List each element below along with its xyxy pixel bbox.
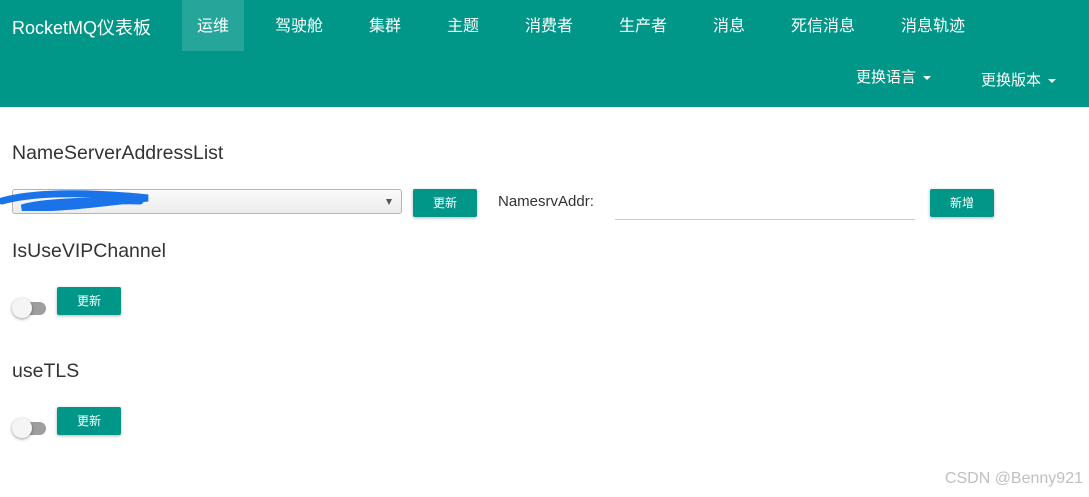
nav-item-cluster[interactable]: 集群 [354, 0, 416, 51]
version-dropdown[interactable]: 更换版本 [981, 65, 1057, 101]
nav-item-dlq-message[interactable]: 死信消息 [778, 0, 868, 51]
version-dropdown-label: 更换版本 [981, 72, 1042, 89]
dropdown-arrow-icon [386, 199, 392, 205]
top-navbar: RocketMQ仪表板 运维 驾驶舱 集群 主题 消费者 生产者 消息 死信消息… [0, 0, 1089, 107]
namesrv-addr-label: NamesrvAddr: [498, 193, 594, 210]
nav-item-message[interactable]: 消息 [698, 0, 760, 51]
nameserver-section-title: NameServerAddressList [12, 142, 224, 164]
nav-item-producer[interactable]: 生产者 [606, 0, 680, 51]
tls-section-title: useTLS [12, 360, 80, 382]
nav-item-message-trace[interactable]: 消息轨迹 [888, 0, 978, 51]
nav-item-ops[interactable]: 运维 [182, 0, 244, 51]
nav-item-consumer[interactable]: 消费者 [512, 0, 586, 51]
caret-down-icon [1048, 79, 1057, 84]
redaction-scribble [0, 190, 149, 211]
toggle-knob [12, 418, 32, 438]
language-dropdown[interactable]: 更换语言 [856, 62, 932, 98]
toggle-knob [12, 298, 32, 318]
tls-update-button[interactable]: 更新 [57, 407, 121, 435]
vip-channel-toggle[interactable] [12, 298, 48, 318]
vip-channel-update-button[interactable]: 更新 [57, 287, 121, 315]
namesrv-addr-input[interactable] [615, 188, 915, 220]
vip-channel-section-title: IsUseVIPChannel [12, 240, 166, 262]
tls-toggle[interactable] [12, 418, 48, 438]
nav-item-dashboard[interactable]: 驾驶舱 [262, 0, 336, 51]
nameserver-update-button[interactable]: 更新 [413, 189, 477, 217]
language-dropdown-label: 更换语言 [856, 69, 917, 86]
caret-down-icon [923, 76, 932, 81]
namesrv-add-button[interactable]: 新增 [930, 189, 994, 217]
nav-item-topic[interactable]: 主题 [432, 0, 494, 51]
brand-title[interactable]: RocketMQ仪表板 [12, 14, 151, 40]
watermark-text: CSDN @Benny921 [944, 470, 1083, 487]
